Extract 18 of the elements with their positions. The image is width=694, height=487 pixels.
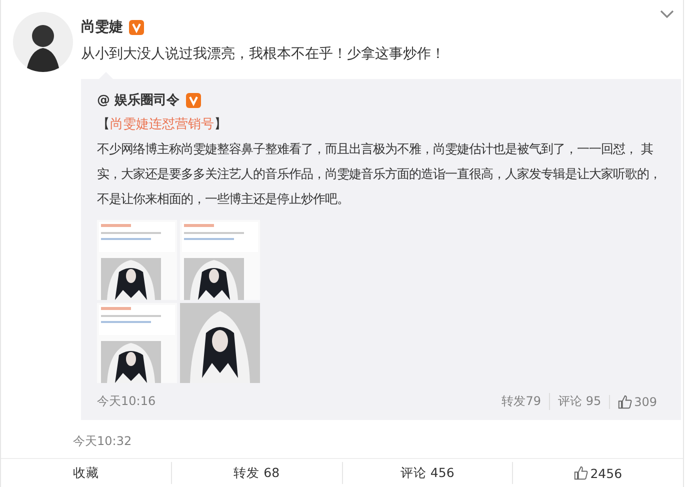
post-text: 从小到大没人说过我漂亮，我根本不在乎！少拿这事炒作！ (81, 45, 446, 64)
action-button[interactable]: 收藏 (1, 462, 171, 484)
action-button[interactable]: 评论 456 (342, 462, 512, 484)
like-count[interactable]: 309 (609, 394, 665, 408)
repost-count[interactable]: 转发79 (494, 393, 549, 410)
post-time: 今天10:32 (73, 434, 132, 448)
topic-line: 【尚雯婕连怼营销号】 (97, 116, 228, 134)
repost-time: 今天10:16 (97, 393, 156, 410)
like-button[interactable]: 2456 (512, 462, 683, 484)
avatar[interactable] (13, 12, 73, 72)
repost-author[interactable]: @ 娱乐圈司令 (97, 91, 180, 109)
chevron-down-icon[interactable] (659, 8, 675, 20)
comment-count[interactable]: 评论 95 (549, 393, 610, 410)
author-name[interactable]: 尚雯婕 (81, 18, 123, 36)
repost-text: 不少网络博主称尚雯婕整容鼻子整难看了，而且出言极为不雅，尚雯婕估计也是被气到了，一一回怼， 其实，大家还是要多多关注艺人的音乐作品，尚雯婕音乐方面的造诣一直很高，人家发专辑是让大家听歌的，不是让你来相面的，一些博主还是停止炒作吧。 (97, 141, 662, 208)
thumbs-up-icon (574, 466, 588, 480)
action-button[interactable]: 转发 68 (170, 462, 342, 484)
thumbs-up-icon (618, 394, 632, 408)
